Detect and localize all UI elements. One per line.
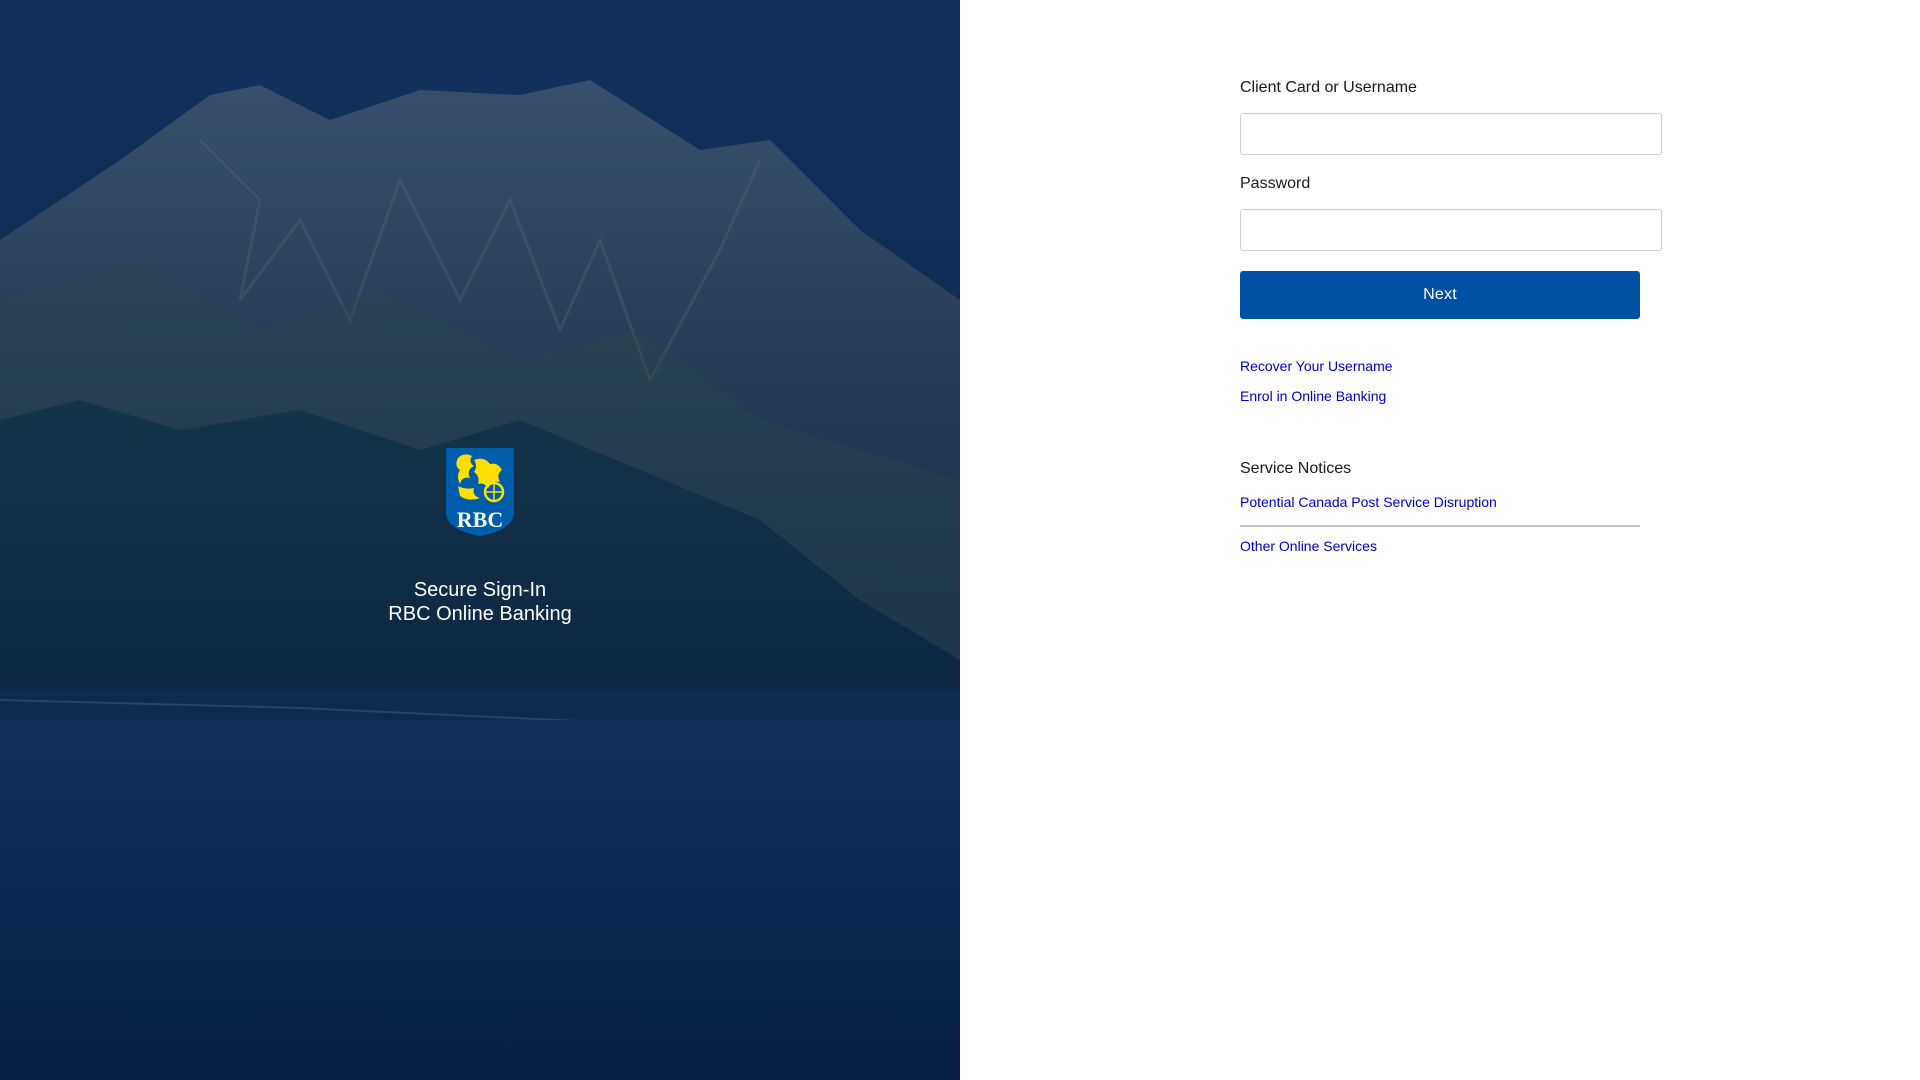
sign-in-form: Client Card or Username Password Next Re… [1240, 78, 1664, 555]
other-online-services-link[interactable]: Other Online Services [1240, 537, 1664, 555]
service-notices-heading: Service Notices [1240, 460, 1352, 477]
heading-line-2: RBC Online Banking [388, 603, 572, 625]
hero-panel: RBC Secure Sign-In RBC Online Banking [0, 0, 960, 1080]
password-input[interactable] [1240, 209, 1662, 251]
brand-block: RBC Secure Sign-In RBC Online Banking [330, 446, 630, 626]
enrol-online-banking-link[interactable]: Enrol in Online Banking [1240, 387, 1664, 405]
heading-line-1: Secure Sign-In [413, 579, 547, 601]
service-notice-link[interactable]: Potential Canada Post Service Disruption [1240, 493, 1664, 511]
username-label: Client Card or Username [1240, 79, 1417, 96]
password-label: Password [1240, 175, 1311, 192]
next-button[interactable]: Next [1240, 271, 1640, 319]
username-input[interactable] [1240, 113, 1662, 155]
notices-divider [1240, 525, 1640, 527]
page-heading: Secure Sign-In RBC Online Banking [330, 578, 630, 626]
recover-username-link[interactable]: Recover Your Username [1240, 357, 1664, 375]
logo-text: RBC [457, 507, 503, 532]
rbc-logo: RBC [446, 448, 514, 536]
